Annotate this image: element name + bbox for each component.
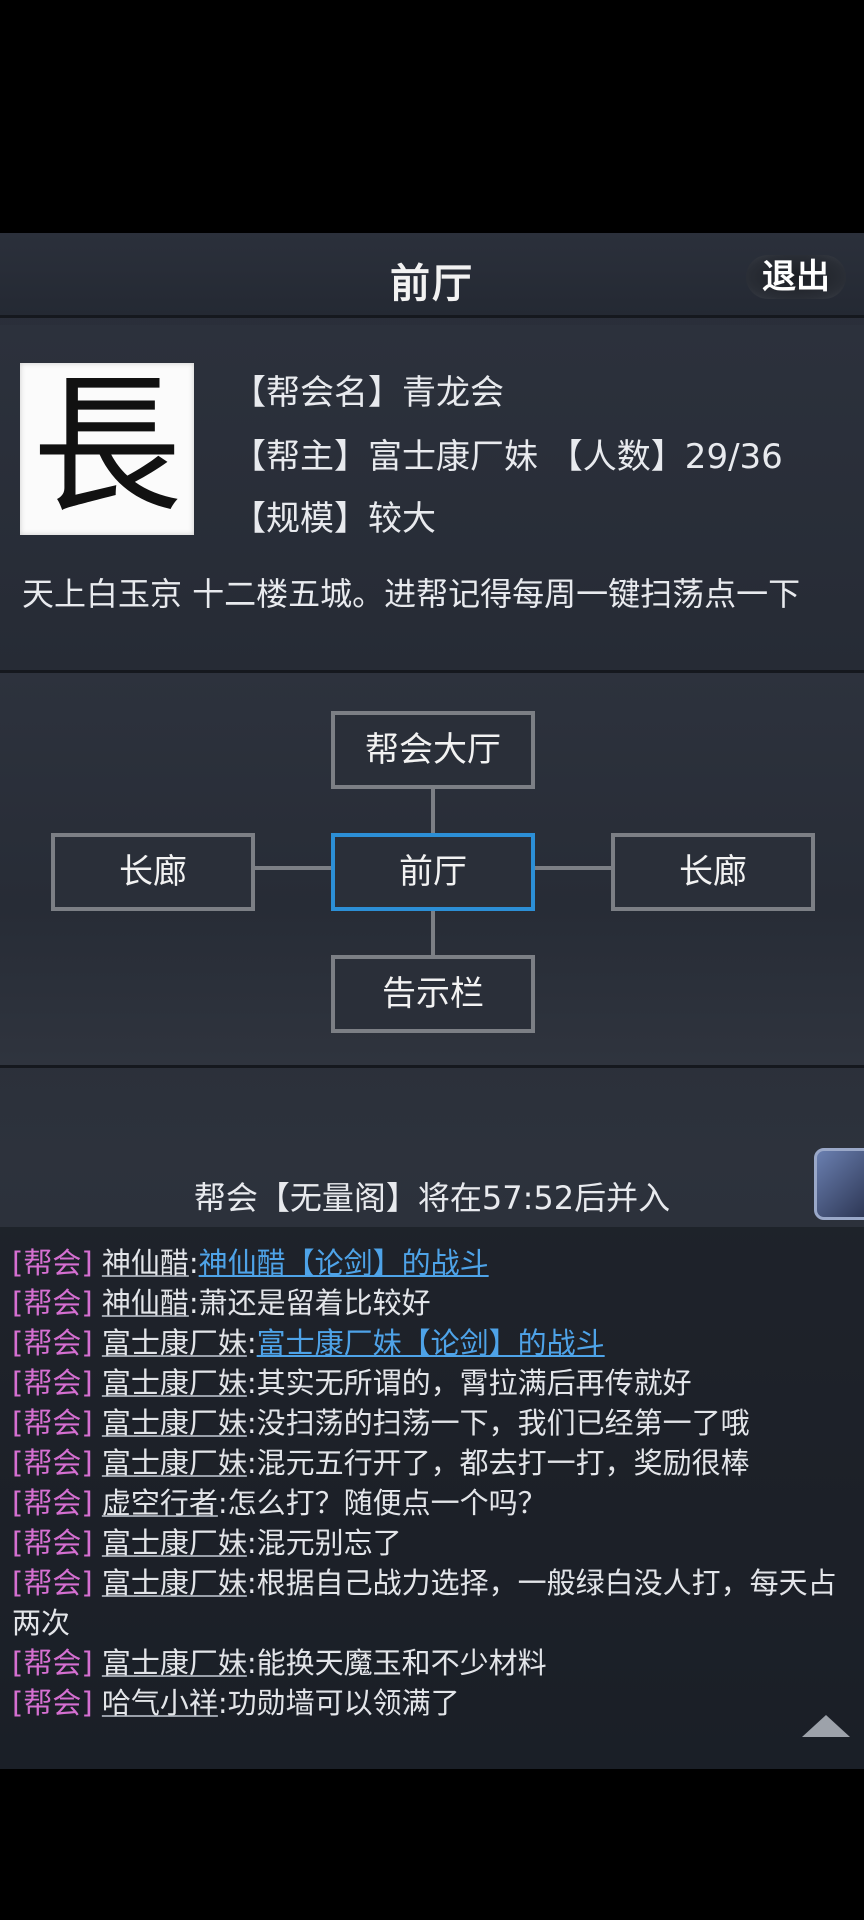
chat-channel-tag: [帮会] [12,1366,93,1400]
chat-channel-tag: [帮会] [12,1406,93,1440]
triangle-up-icon[interactable] [802,1715,850,1737]
chat-message: [帮会] 富士康厂妹:其实无所谓的，霄拉满后再传就好 [12,1365,692,1401]
chat-sender-name[interactable]: 富士康厂妹 [102,1566,247,1600]
room-corridor-right[interactable]: 长廊 [611,833,815,911]
chat-message: [帮会] 虚空行者:怎么打？随便点一个吗？ [12,1485,547,1521]
chat-sender-name[interactable]: 富士康厂妹 [102,1326,247,1360]
chat-message: [帮会] 富士康厂妹:没扫荡的扫荡一下，我们已经第一了哦 [12,1405,750,1441]
chat-sender-name[interactable]: 神仙醋 [102,1246,189,1280]
chat-sender-name[interactable]: 富士康厂妹 [102,1646,247,1680]
chat-channel-tag: [帮会] [12,1526,93,1560]
chat-separator: : [246,1406,257,1440]
chat-separator: : [246,1446,257,1480]
exit-button[interactable]: 退出 [746,255,846,299]
merge-notice: 帮会【无量阁】将在57:52后并入 [193,1179,671,1217]
guild-map: 帮会大厅 长廊 前厅 长廊 告示栏 [0,673,864,1068]
room-notice-board[interactable]: 告示栏 [331,955,535,1033]
chat-channel-tag: [帮会] [12,1246,93,1280]
chat-sender-name[interactable]: 神仙醋 [102,1286,189,1320]
connector-right [534,866,614,870]
chat-separator: : [246,1566,257,1600]
chat-separator: : [246,1646,257,1680]
chat-channel-tag: [帮会] [12,1646,93,1680]
title-bar: 前厅 退出 [0,233,864,318]
guild-name: 【帮会名】青龙会 [232,373,504,413]
emblem-char: 長 [31,360,182,534]
chat-message: 两次 [12,1605,70,1641]
page-title: 前厅 [390,261,474,307]
chat-channel-tag: [帮会] [12,1326,93,1360]
chat-text: 萧还是留着比较好 [198,1286,431,1320]
chat-separator: : [188,1246,199,1280]
chat-text: 混元别忘了 [256,1526,402,1560]
chat-sender-name[interactable]: 富士康厂妹 [102,1446,247,1480]
guild-leader-members: 【帮主】富士康厂妹 【人数】29/36 [232,437,783,477]
chat-sender-name[interactable]: 哈气小祥 [102,1686,218,1720]
chat-message: [帮会] 哈气小祥:功勋墙可以领满了 [12,1685,460,1721]
chat-message: [帮会] 富士康厂妹:能换天魔玉和不少材料 [12,1645,547,1681]
chat-text: 没扫荡的扫荡一下，我们已经第一了哦 [256,1406,750,1440]
chat-text: 其实无所谓的，霄拉满后再传就好 [256,1366,692,1400]
chat-text: 根据自己战力选择，一般绿白没人打，每天占 [256,1566,837,1600]
chat-sender-name[interactable]: 富士康厂妹 [102,1366,247,1400]
guild-scale: 【规模】较大 [232,499,436,539]
guild-info-panel: 長 【帮会名】青龙会 【帮主】富士康厂妹 【人数】29/36 【规模】较大 天上… [0,325,864,673]
chat-message: [帮会] 神仙醋:萧还是留着比较好 [12,1285,431,1321]
guild-description: 天上白玉京 十二楼五城。进帮记得每周一键扫荡点一下 [22,575,801,613]
chat-separator: : [246,1366,257,1400]
chat-text: 混元五行开了，都去打一打，奖励很棒 [256,1446,750,1480]
chat-sender-name[interactable]: 富士康厂妹 [102,1406,247,1440]
chat-separator: : [188,1286,199,1320]
chat-channel-tag: [帮会] [12,1286,93,1320]
chat-text: 能换天魔玉和不少材料 [256,1646,547,1680]
battle-link[interactable]: 富士康厂妹【论剑】的战斗 [257,1326,605,1360]
room-front-hall[interactable]: 前厅 [331,833,535,911]
chat-separator: : [246,1526,257,1560]
guild-screen: 前厅 退出 長 【帮会名】青龙会 【帮主】富士康厂妹 【人数】29/36 【规模… [0,233,864,1769]
book-icon[interactable] [814,1148,864,1220]
connector-left [252,866,332,870]
connector-top [431,785,435,833]
chat-message: [帮会] 富士康厂妹:混元别忘了 [12,1525,402,1561]
battle-link[interactable]: 神仙醋【论剑】的战斗 [199,1246,489,1280]
room-corridor-left[interactable]: 长廊 [51,833,255,911]
chat-channel-tag: [帮会] [12,1686,93,1720]
chat-message: [帮会] 富士康厂妹:富士康厂妹【论剑】的战斗 [12,1325,605,1361]
chat-text: 怎么打？随便点一个吗？ [227,1486,547,1520]
connector-bottom [431,907,435,955]
chat-channel-tag: [帮会] [12,1566,93,1600]
chat-channel-tag: [帮会] [12,1446,93,1480]
chat-separator: : [246,1326,257,1360]
chat-message: [帮会] 富士康厂妹:根据自己战力选择，一般绿白没人打，每天占 [12,1565,837,1601]
chat-text: 功勋墙可以领满了 [227,1686,460,1720]
chat-channel-tag: [帮会] [12,1486,93,1520]
guild-emblem: 長 [20,360,194,535]
chat-sender-name[interactable]: 富士康厂妹 [102,1526,247,1560]
chat-text: 两次 [12,1606,71,1640]
room-guild-hall[interactable]: 帮会大厅 [331,711,535,789]
chat-separator: : [217,1686,228,1720]
chat-message: [帮会] 神仙醋:神仙醋【论剑】的战斗 [12,1245,489,1281]
chat-separator: : [217,1486,228,1520]
chat-panel[interactable]: [帮会] 神仙醋:神仙醋【论剑】的战斗 [帮会] 神仙醋:萧还是留着比较好 [帮会]… [0,1227,864,1769]
chat-message: [帮会] 富士康厂妹:混元五行开了，都去打一打，奖励很棒 [12,1445,750,1481]
chat-sender-name[interactable]: 虚空行者 [102,1486,218,1520]
